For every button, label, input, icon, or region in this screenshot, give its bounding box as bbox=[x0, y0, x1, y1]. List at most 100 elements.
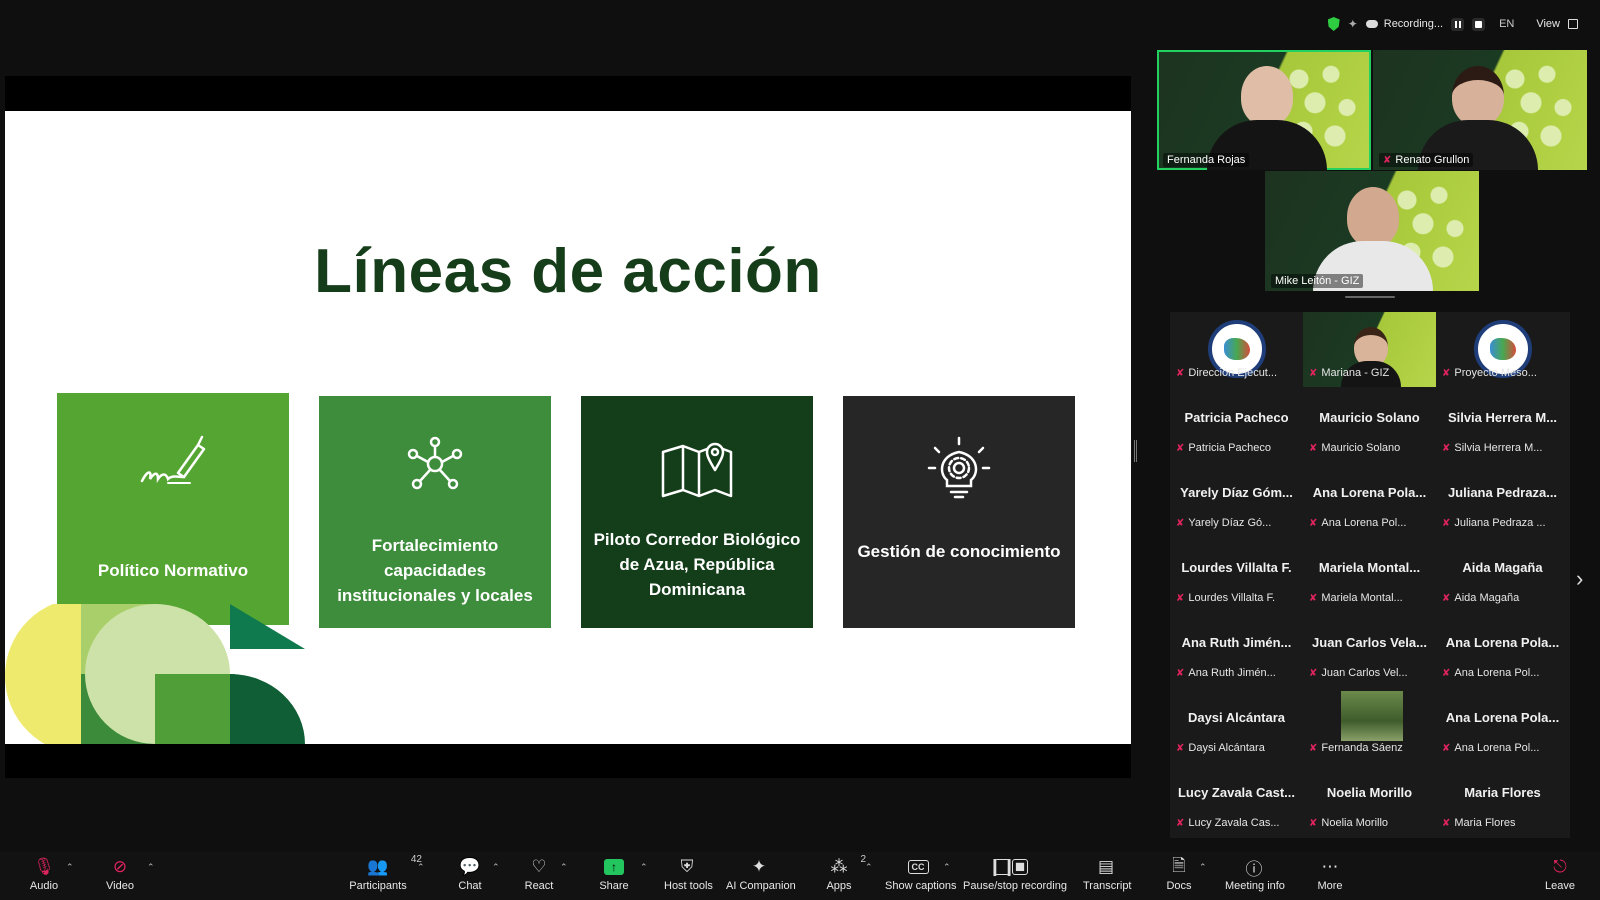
gallery-cell[interactable]: ✘ Mariana - GIZ bbox=[1303, 312, 1436, 387]
mic-muted-icon: ✘ bbox=[1442, 742, 1451, 754]
gallery-cell[interactable]: Patricia Pacheco ✘ Patricia Pacheco bbox=[1170, 387, 1303, 462]
gallery-cell[interactable]: ✘ Dirección Ejecut... bbox=[1170, 312, 1303, 387]
recording-indicator: Recording... bbox=[1365, 18, 1443, 30]
apps-options-caret[interactable]: ⌃ bbox=[865, 862, 873, 873]
audio-button[interactable]: 🎙 Audio bbox=[26, 856, 62, 892]
gallery-cell[interactable]: Yarely Díaz Góm... ✘ Yarely Díaz Gó... bbox=[1170, 462, 1303, 537]
mic-muted-icon: ✘ bbox=[1309, 592, 1318, 604]
decorative-shapes bbox=[5, 604, 305, 744]
view-button[interactable]: View bbox=[1536, 18, 1560, 30]
participants-button[interactable]: 👥 42 Participants bbox=[348, 854, 422, 892]
video-options-caret[interactable]: ⌃ bbox=[147, 862, 155, 873]
encryption-shield-icon[interactable] bbox=[1327, 17, 1340, 31]
chat-button[interactable]: 💬 Chat bbox=[455, 856, 485, 892]
leave-button[interactable]: ⎋ Leave bbox=[1545, 856, 1575, 892]
gallery-cell[interactable]: ✘ Fernanda Sáenz bbox=[1303, 687, 1436, 762]
pause-stop-icon: ❙❙ ■ bbox=[988, 857, 1028, 876]
meeting-status-bar: ✦ Recording... EN View bbox=[1327, 14, 1578, 34]
profile-photo bbox=[1341, 691, 1403, 741]
gallery-cell[interactable]: Mauricio Solano ✘ Mauricio Solano bbox=[1303, 387, 1436, 462]
react-button[interactable]: ♡ React bbox=[522, 856, 556, 892]
gallery-cell[interactable]: ✘ Proyecto Meso... bbox=[1436, 312, 1569, 387]
tile-name-label: ✘ Renato Grullon bbox=[1379, 153, 1474, 167]
mic-muted-icon: ✘ bbox=[1309, 367, 1318, 379]
gallery-cell[interactable]: Juliana Pedraza... ✘ Juliana Pedraza ... bbox=[1436, 462, 1569, 537]
share-screen-icon: ↑ bbox=[604, 859, 624, 875]
slide-title: Líneas de acción bbox=[314, 237, 822, 306]
mic-muted-icon: ✘ bbox=[1309, 742, 1318, 754]
docs-button[interactable]: 🗎 Docs bbox=[1166, 855, 1192, 893]
show-captions-button[interactable]: CC Show captions bbox=[885, 856, 957, 892]
gallery-cell[interactable]: Lourdes Villalta F. ✘ Lourdes Villalta F. bbox=[1170, 537, 1303, 612]
video-tile-mike-leiton[interactable]: Mike Leitón - GIZ bbox=[1265, 171, 1479, 291]
share-options-caret[interactable]: ⌃ bbox=[640, 862, 648, 873]
mic-muted-icon: ✘ bbox=[1176, 592, 1185, 604]
more-button[interactable]: ⋯ More bbox=[1317, 856, 1343, 892]
video-tile-renato-grullon[interactable]: ✘ Renato Grullon bbox=[1373, 50, 1587, 170]
meeting-info-button[interactable]: ⓘ Meeting info bbox=[1225, 856, 1285, 893]
mic-muted-icon: ✘ bbox=[1176, 667, 1185, 679]
action-card-piloto-corredor: Piloto Corredor Biológico de Azua, Repúb… bbox=[581, 396, 813, 628]
microphone-muted-icon: 🎙 bbox=[33, 857, 55, 876]
action-card-label: Fortalecimiento capacidades instituciona… bbox=[337, 536, 533, 605]
captions-options-caret[interactable]: ⌃ bbox=[943, 862, 951, 873]
gallery-cell[interactable]: Daysi Alcántara ✘ Daysi Alcántara bbox=[1170, 687, 1303, 762]
shared-screen: Líneas de acción Político Normativo Fort… bbox=[5, 76, 1131, 778]
gallery-cell[interactable]: Ana Ruth Jimén... ✘ Ana Ruth Jimén... bbox=[1170, 612, 1303, 687]
host-tools-button[interactable]: ⛨ Host tools bbox=[664, 856, 713, 892]
cloud-icon bbox=[1365, 20, 1378, 28]
share-button[interactable]: ↑ Share bbox=[598, 856, 630, 892]
gallery-cell[interactable]: Noelia Morillo ✘ Noelia Morillo bbox=[1303, 762, 1436, 837]
action-card-gestion-conocimiento: Gestión de conocimiento bbox=[843, 396, 1075, 628]
tile-name-label: Fernanda Rojas bbox=[1163, 153, 1250, 167]
gallery-cell[interactable]: Silvia Herrera M... ✘ Silvia Herrera M... bbox=[1436, 387, 1569, 462]
gallery-cell[interactable]: Ana Lorena Pola... ✘ Ana Lorena Pol... bbox=[1436, 687, 1569, 762]
action-card-politico-normativo: Político Normativo bbox=[57, 393, 289, 625]
docs-options-caret[interactable]: ⌃ bbox=[1199, 862, 1207, 873]
gallery-next-page-button[interactable]: › bbox=[1576, 566, 1583, 592]
leave-door-icon: ⎋ bbox=[1553, 857, 1567, 876]
pause-stop-recording-button[interactable]: ❙❙ ■ Pause/stop recording bbox=[963, 856, 1067, 892]
chat-options-caret[interactable]: ⌃ bbox=[492, 862, 500, 873]
action-card-label: Piloto Corredor Biológico de Azua, Repúb… bbox=[593, 530, 801, 599]
mic-muted-icon: ✘ bbox=[1176, 742, 1185, 754]
stop-icon bbox=[1475, 20, 1483, 28]
ai-companion-button[interactable]: ✦ AI Companion bbox=[726, 856, 796, 892]
apps-button[interactable]: ⁂ 2 Apps bbox=[826, 854, 866, 892]
gallery-cell[interactable]: Maria Flores ✘ Maria Flores bbox=[1436, 762, 1569, 837]
stop-recording-button[interactable] bbox=[1472, 17, 1486, 31]
mic-muted-icon: ✘ bbox=[1442, 592, 1451, 604]
tile-name-label: Mike Leitón - GIZ bbox=[1271, 274, 1364, 288]
video-button[interactable]: ⊘ Video bbox=[102, 856, 138, 892]
panel-splitter[interactable] bbox=[1134, 440, 1137, 462]
info-icon: ⓘ bbox=[1245, 859, 1263, 879]
video-tile-fernanda-rojas[interactable]: Fernanda Rojas bbox=[1157, 50, 1371, 170]
document-icon: 🗎 bbox=[1172, 855, 1186, 875]
video-strip-resize-handle[interactable] bbox=[1345, 296, 1395, 298]
react-options-caret[interactable]: ⌃ bbox=[560, 862, 568, 873]
gallery-cell[interactable]: Ana Lorena Pola... ✘ Ana Lorena Pol... bbox=[1303, 462, 1436, 537]
gallery-cell[interactable]: Mariela Montal... ✘ Mariela Montal... bbox=[1303, 537, 1436, 612]
gallery-cell[interactable]: Aida Magaña ✘ Aida Magaña bbox=[1436, 537, 1569, 612]
heart-icon: ♡ bbox=[531, 857, 547, 876]
more-dots-icon: ⋯ bbox=[1321, 857, 1339, 876]
gallery-cell[interactable]: Lucy Zavala Cast... ✘ Lucy Zavala Cas... bbox=[1170, 762, 1303, 837]
signature-pen-icon bbox=[140, 435, 206, 484]
audio-options-caret[interactable]: ⌃ bbox=[66, 862, 74, 873]
transcript-button[interactable]: ▤ Transcript bbox=[1083, 856, 1132, 892]
language-button[interactable]: EN bbox=[1499, 18, 1514, 30]
view-grid-icon[interactable] bbox=[1568, 19, 1578, 29]
camera-off-icon: ⊘ bbox=[112, 857, 128, 876]
mic-muted-icon: ✘ bbox=[1442, 442, 1451, 454]
ai-sparkle-icon[interactable]: ✦ bbox=[1348, 17, 1358, 31]
mic-muted-icon: ✘ bbox=[1442, 517, 1451, 529]
pause-icon bbox=[1454, 20, 1461, 28]
gallery-cell[interactable]: Juan Carlos Vela... ✘ Juan Carlos Vel... bbox=[1303, 612, 1436, 687]
gallery-cell[interactable]: Ana Lorena Pola... ✘ Ana Lorena Pol... bbox=[1436, 612, 1569, 687]
chat-bubble-icon: 💬 bbox=[459, 857, 481, 876]
closed-captions-icon: CC bbox=[907, 860, 929, 874]
pause-recording-button[interactable] bbox=[1451, 17, 1465, 31]
mic-muted-icon: ✘ bbox=[1309, 817, 1318, 829]
participants-options-caret[interactable]: ⌃ bbox=[417, 862, 425, 873]
chevron-right-icon[interactable]: › bbox=[1576, 566, 1583, 591]
